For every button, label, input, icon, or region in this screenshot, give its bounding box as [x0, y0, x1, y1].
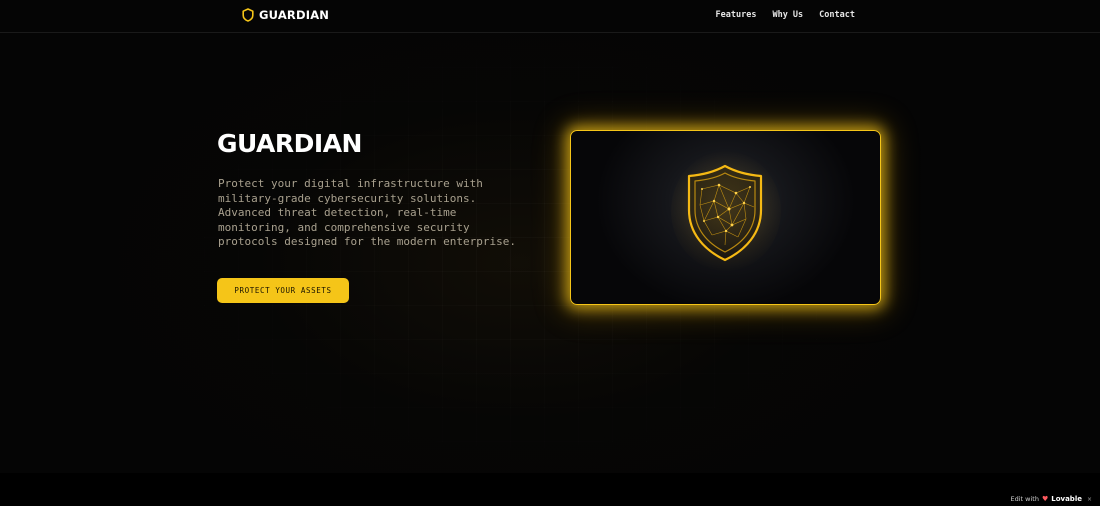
glowing-shield-icon	[687, 164, 763, 262]
heart-icon: ♥	[1041, 495, 1049, 503]
page: GUARDIAN Features Why Us Contact GUARDIA…	[0, 0, 1100, 506]
close-icon[interactable]: ×	[1087, 496, 1092, 503]
edit-with-lovable-badge[interactable]: Edit with ♥ Lovable ×	[1011, 495, 1092, 503]
hero-section: GUARDIAN Protect your digital infrastruc…	[0, 33, 1100, 473]
background-grid	[0, 33, 1100, 473]
badge-prefix: Edit with	[1010, 495, 1039, 503]
badge-brand: Lovable	[1051, 495, 1082, 503]
site-header: GUARDIAN Features Why Us Contact	[0, 0, 1100, 33]
nav-link-contact[interactable]: Contact	[819, 10, 855, 20]
brand-name: GUARDIAN	[259, 8, 330, 22]
logo-link[interactable]: GUARDIAN	[242, 8, 329, 22]
hero-image	[570, 130, 881, 305]
hero-title: GUARDIAN	[217, 129, 362, 158]
main-nav: Features Why Us Contact	[716, 10, 856, 20]
nav-link-why-us[interactable]: Why Us	[772, 10, 803, 20]
hero-description: Protect your digital infrastructure with…	[218, 177, 517, 249]
shield-outline-icon	[242, 8, 254, 22]
nav-link-features[interactable]: Features	[716, 10, 757, 20]
footer-band	[0, 473, 1100, 506]
protect-assets-button[interactable]: PROTECT YOUR ASSETS	[217, 278, 349, 303]
